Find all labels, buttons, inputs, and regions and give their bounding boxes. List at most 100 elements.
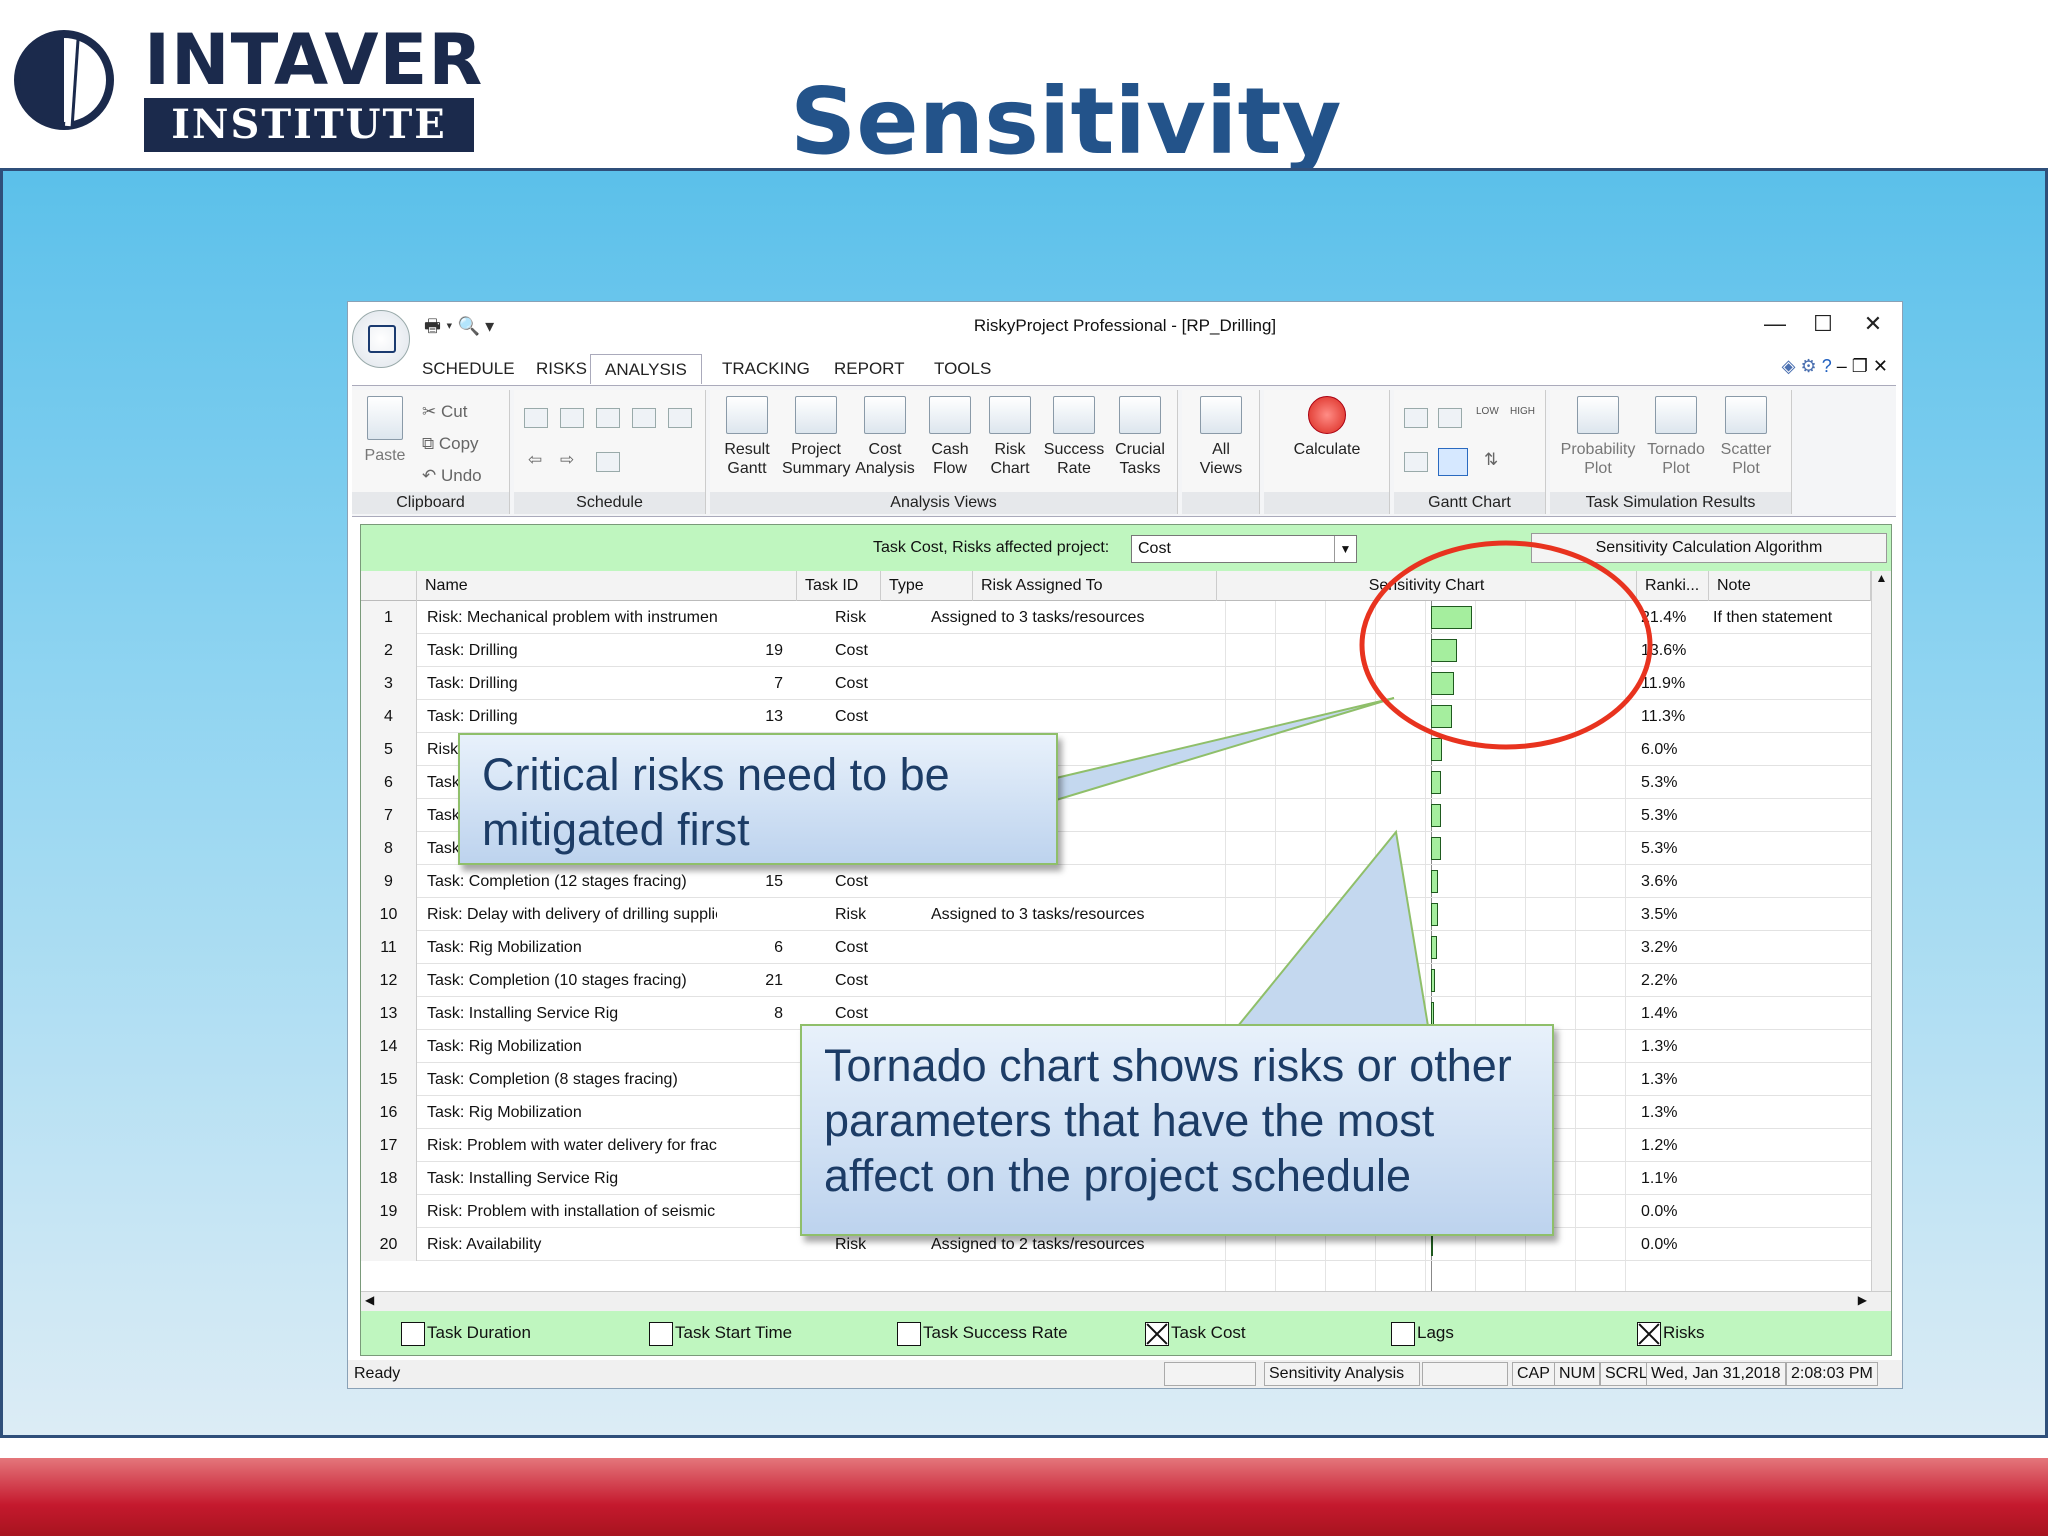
table-row[interactable]: 2 Task: Drilling 19 Cost 13.6% [361, 634, 1891, 667]
tab-analysis[interactable]: ANALYSIS [590, 354, 702, 384]
checkbox-task-duration[interactable]: Task Duration [401, 1321, 531, 1346]
cell-ranking: 5.3% [1641, 774, 1678, 791]
gantt-option-icon-3[interactable] [1404, 452, 1428, 472]
sort-icon[interactable]: ⇅ [1484, 450, 1498, 470]
table-row[interactable]: 12 Task: Completion (10 stages fracing) 21… [361, 964, 1891, 997]
cell-note [1713, 1228, 1883, 1261]
tab-schedule[interactable]: SCHEDULE [408, 354, 529, 384]
link-tasks-icon[interactable] [596, 408, 620, 428]
checkbox-task-start-time[interactable]: Task Start Time [649, 1321, 792, 1346]
checkbox-box[interactable] [401, 1321, 425, 1346]
header-risk-assigned-to[interactable]: Risk Assigned To [973, 571, 1217, 601]
doc-restore-icon[interactable]: ❐ [1852, 356, 1868, 376]
gantt-option-icon-1[interactable] [1404, 408, 1428, 428]
checkbox-box[interactable] [1145, 1321, 1169, 1346]
all-views-button[interactable]: All Views [1190, 396, 1252, 478]
slide: INTAVER INSTITUTE Sensitivity 🖶 ▾ 🔍 ▾ Ri… [0, 0, 2048, 1536]
sensitivity-bar [1431, 936, 1438, 959]
header-task-id[interactable]: Task ID [797, 571, 881, 601]
paste-button[interactable]: Paste [360, 396, 410, 465]
header-name[interactable]: Name [417, 571, 797, 601]
checkbox-box[interactable] [1637, 1321, 1661, 1346]
doc-minimize-icon[interactable]: – [1837, 356, 1847, 376]
calculate-button[interactable]: Calculate [1274, 396, 1380, 459]
close-button[interactable]: ✕ [1850, 308, 1896, 340]
result-gantt-button[interactable]: Result Gantt [716, 396, 778, 478]
vertical-scrollbar[interactable]: ▲ [1871, 571, 1891, 1291]
group-label-schedule: Schedule [514, 492, 705, 514]
cell-task-id [731, 1195, 783, 1228]
unlink-tasks-icon[interactable] [632, 408, 656, 428]
tab-tools[interactable]: TOOLS [920, 354, 1005, 384]
tornado-plot-button[interactable]: Tornado Plot [1642, 396, 1710, 478]
table-row[interactable]: 10 Risk: Delay with delivery of drilling … [361, 898, 1891, 931]
scatter-plot-button[interactable]: Scatter Plot [1712, 396, 1780, 478]
table-row[interactable]: 11 Task: Rig Mobilization 6 Cost 3.2% [361, 931, 1891, 964]
horizontal-scrollbar[interactable]: ◀ ▶ [361, 1291, 1891, 1311]
cell-type: Risk [835, 906, 867, 923]
slide-header: INTAVER INSTITUTE Sensitivity [0, 0, 2048, 175]
cost-analysis-button[interactable]: Cost Analysis [852, 396, 918, 478]
scroll-left-icon[interactable]: ◀ [365, 1293, 374, 1307]
low-button[interactable]: LOW [1476, 406, 1499, 417]
maximize-button[interactable]: ☐ [1800, 308, 1846, 340]
copy-button[interactable]: ⧉ Copy [422, 434, 479, 454]
high-button[interactable]: HIGH [1510, 406, 1535, 417]
globe-icon[interactable]: ◈ [1782, 356, 1796, 376]
help-icon[interactable]: ? [1822, 356, 1832, 376]
project-summary-button[interactable]: Project Summary [782, 396, 850, 478]
probability-plot-button[interactable]: Probability Plot [1556, 396, 1640, 478]
header-sensitivity-chart[interactable]: Sensitivity Chart [1217, 571, 1637, 601]
checkbox-box[interactable] [897, 1321, 921, 1346]
scroll-right-icon[interactable]: ▶ [1858, 1293, 1867, 1307]
calendar-icon[interactable] [596, 452, 620, 472]
tab-tracking[interactable]: TRACKING [708, 354, 824, 384]
gantt-selected-icon[interactable] [1438, 448, 1468, 476]
sensitivity-bar [1431, 1002, 1434, 1025]
undo-button[interactable]: ↶ Undo [422, 466, 482, 486]
tab-report[interactable]: REPORT [820, 354, 919, 384]
parameter-checkboxes: Task Duration Task Start Time Task Succe… [361, 1311, 1891, 1355]
sensitivity-bar [1431, 870, 1438, 893]
checkbox-box[interactable] [649, 1321, 673, 1346]
header-note[interactable]: Note [1709, 571, 1871, 601]
sensitivity-algorithm-button[interactable]: Sensitivity Calculation Algorithm [1531, 533, 1887, 563]
affected-project-select[interactable]: Cost ▼ [1131, 535, 1357, 563]
cash-flow-button[interactable]: Cash Flow [922, 396, 978, 478]
crucial-tasks-button[interactable]: Crucial Tasks [1108, 396, 1172, 478]
scroll-up-icon[interactable]: ▲ [1872, 571, 1891, 585]
checkbox-box[interactable] [1391, 1321, 1415, 1346]
options-icon[interactable]: ⚙ [1801, 356, 1817, 376]
indent-icon[interactable] [524, 408, 548, 428]
result-gantt-icon [726, 396, 768, 434]
crucial-tasks-label-1: Crucial [1115, 441, 1165, 458]
arrow-right-icon[interactable]: ⇨ [560, 450, 574, 470]
table-row[interactable]: 4 Task: Drilling 13 Cost 11.3% [361, 700, 1891, 733]
outdent-icon[interactable] [560, 408, 584, 428]
checkbox-task-success-rate[interactable]: Task Success Rate [897, 1321, 1068, 1346]
minimize-button[interactable]: — [1752, 308, 1798, 340]
crucial-tasks-label-2: Tasks [1119, 460, 1161, 477]
cell-ranking: 1.2% [1641, 1137, 1678, 1154]
table-row[interactable]: 1 Risk: Mechanical problem with instrumen… [361, 601, 1891, 634]
table-row[interactable]: 9 Task: Completion (12 stages fracing) 15 C… [361, 865, 1891, 898]
checkbox-lags[interactable]: Lags [1391, 1321, 1454, 1346]
checkbox-risks[interactable]: Risks [1637, 1321, 1705, 1346]
arrow-left-icon[interactable]: ⇦ [528, 450, 542, 470]
cell-risk-assigned-to: Assigned to 3 tasks/resources [931, 609, 1145, 626]
checkbox-task-cost[interactable]: Task Cost [1145, 1321, 1246, 1346]
risk-chart-button[interactable]: Risk Chart [982, 396, 1038, 478]
gantt-option-icon-2[interactable] [1438, 408, 1462, 428]
cell-task-id: 15 [765, 873, 783, 890]
doc-close-icon[interactable]: ✕ [1873, 356, 1888, 376]
ribbon: Paste ✂ Cut ⧉ Copy ↶ Undo Clipboard ⇦ ⇨ … [352, 385, 1896, 517]
cell-note: If then statement [1713, 609, 1833, 626]
header-ranking[interactable]: Ranki... [1637, 571, 1709, 601]
table-row[interactable]: 3 Task: Drilling 7 Cost 11.9% [361, 667, 1891, 700]
header-type[interactable]: Type [881, 571, 973, 601]
project-summary-label-1: Project [791, 441, 841, 458]
success-rate-button[interactable]: Success Rate [1042, 396, 1106, 478]
split-task-icon[interactable] [668, 408, 692, 428]
risk-chart-label-2: Chart [990, 460, 1030, 477]
cut-button[interactable]: ✂ Cut [422, 402, 467, 422]
